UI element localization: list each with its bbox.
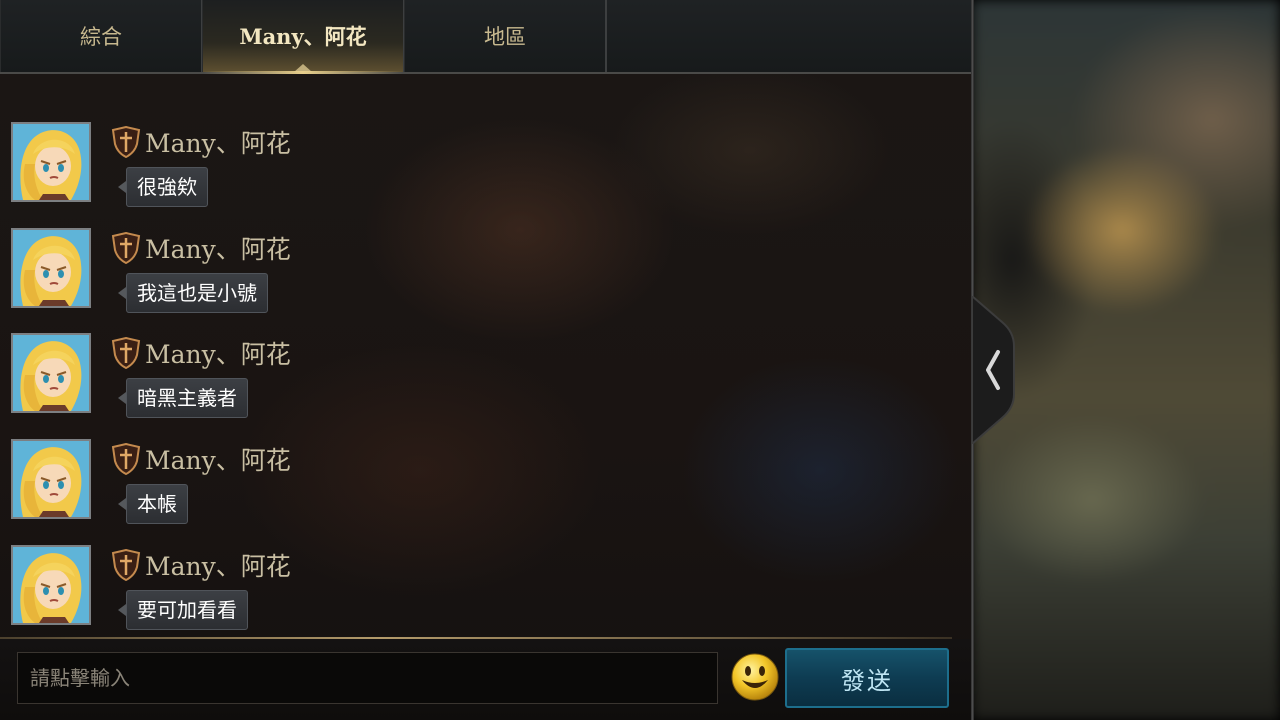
message-text: 很強欸 bbox=[126, 167, 208, 207]
message-bubble: 我這也是小號 bbox=[118, 272, 268, 314]
message-bubble: 本帳 bbox=[118, 483, 188, 525]
blonde-hero-portrait-icon bbox=[13, 547, 89, 623]
sender-name[interactable]: Many、阿花 bbox=[145, 230, 291, 266]
tab-bar-spacer bbox=[606, 0, 972, 72]
sender-row: Many、阿花 bbox=[111, 335, 291, 371]
send-button[interactable]: 發送 bbox=[785, 648, 949, 708]
shield-icon bbox=[111, 549, 141, 581]
game-background bbox=[972, 0, 1280, 720]
bubble-tail bbox=[118, 392, 126, 404]
chat-tab-bar: 綜合 Many、阿花 地區 bbox=[0, 0, 972, 74]
sender-name[interactable]: Many、阿花 bbox=[145, 124, 291, 160]
avatar[interactable] bbox=[11, 228, 91, 308]
tab-private-chat[interactable]: Many、阿花 bbox=[202, 0, 404, 74]
blonde-hero-portrait-icon bbox=[13, 230, 89, 306]
sender-name[interactable]: Many、阿花 bbox=[145, 547, 291, 583]
chat-panel: 綜合 Many、阿花 地區 Many、阿花 很強欸 Many、阿花 我這也是小號… bbox=[0, 0, 972, 720]
tab-label: 綜合 bbox=[80, 25, 122, 49]
message-text: 本帳 bbox=[126, 484, 188, 524]
chat-message: Many、阿花 很強欸 bbox=[11, 122, 911, 208]
message-text: 暗黑主義者 bbox=[126, 378, 248, 418]
smiley-icon[interactable] bbox=[730, 652, 780, 702]
chat-message: Many、阿花 本帳 bbox=[11, 439, 911, 525]
sender-row: Many、阿花 bbox=[111, 124, 291, 160]
message-text: 我這也是小號 bbox=[126, 273, 268, 313]
sender-row: Many、阿花 bbox=[111, 547, 291, 583]
bubble-tail bbox=[118, 604, 126, 616]
blonde-hero-portrait-icon bbox=[13, 335, 89, 411]
game-screen: 綜合 Many、阿花 地區 Many、阿花 很強欸 Many、阿花 我這也是小號… bbox=[0, 0, 1280, 720]
avatar[interactable] bbox=[11, 545, 91, 625]
message-bubble: 很強欸 bbox=[118, 166, 208, 208]
sender-row: Many、阿花 bbox=[111, 441, 291, 477]
tab-general[interactable]: 綜合 bbox=[0, 0, 202, 72]
active-tab-indicator-icon bbox=[294, 64, 312, 72]
message-bubble: 暗黑主義者 bbox=[118, 377, 248, 419]
avatar[interactable] bbox=[11, 439, 91, 519]
tab-label: Many、阿花 bbox=[239, 24, 367, 49]
blonde-hero-portrait-icon bbox=[13, 124, 89, 200]
sender-name[interactable]: Many、阿花 bbox=[145, 441, 291, 477]
bubble-tail bbox=[118, 287, 126, 299]
collapse-panel-handle[interactable] bbox=[972, 296, 1016, 444]
shield-icon bbox=[111, 126, 141, 158]
bubble-tail bbox=[118, 181, 126, 193]
chat-message: Many、阿花 暗黑主義者 bbox=[11, 333, 911, 419]
tab-label: 地區 bbox=[484, 25, 526, 49]
chat-input[interactable] bbox=[17, 652, 718, 704]
chat-message: Many、阿花 我這也是小號 bbox=[11, 228, 911, 314]
shield-icon bbox=[111, 337, 141, 369]
tab-region[interactable]: 地區 bbox=[404, 0, 606, 72]
shield-icon bbox=[111, 232, 141, 264]
blonde-hero-portrait-icon bbox=[13, 441, 89, 517]
avatar[interactable] bbox=[11, 122, 91, 202]
shield-icon bbox=[111, 443, 141, 475]
bubble-tail bbox=[118, 498, 126, 510]
sender-name[interactable]: Many、阿花 bbox=[145, 335, 291, 371]
message-bubble: 要可加看看 bbox=[118, 589, 248, 631]
sender-row: Many、阿花 bbox=[111, 230, 291, 266]
message-text: 要可加看看 bbox=[126, 590, 248, 630]
avatar[interactable] bbox=[11, 333, 91, 413]
chat-message: Many、阿花 要可加看看 bbox=[11, 545, 911, 631]
